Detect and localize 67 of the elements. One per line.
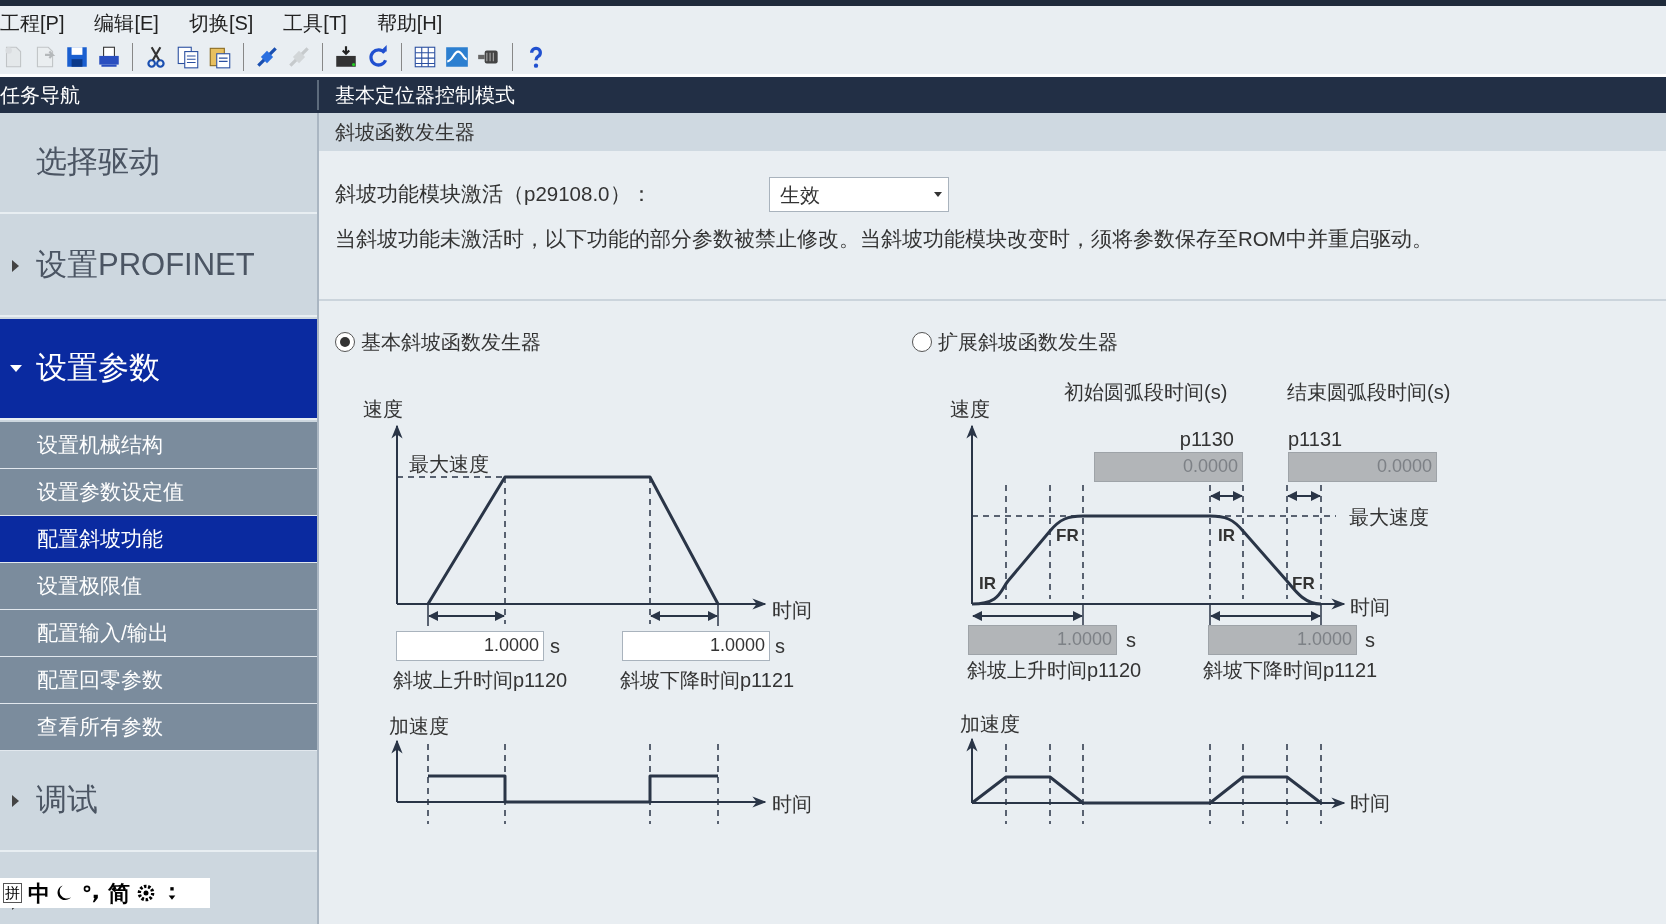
menu-item[interactable]: 工具[T] xyxy=(283,8,347,38)
axis-label: 速度 xyxy=(950,397,990,420)
unit-label: s xyxy=(1126,628,1136,651)
nav-item[interactable]: 配置斜坡功能 xyxy=(0,516,317,563)
time-field[interactable]: 1.0000 xyxy=(396,630,544,661)
radio-label: 扩展斜坡函数发生器 xyxy=(938,329,1118,355)
unit-label: s xyxy=(550,634,560,657)
tick-mark xyxy=(1082,603,1084,628)
menu-item[interactable]: 工程[P] xyxy=(0,8,65,38)
acceleration-axis xyxy=(391,739,403,803)
axis-label: 速度 xyxy=(363,397,403,420)
curve-mark-label: IR xyxy=(1218,525,1235,545)
tick-mark xyxy=(717,603,719,627)
time-field[interactable]: 1.0000 xyxy=(622,630,770,661)
plug-icon[interactable] xyxy=(254,44,280,70)
duration-arrow xyxy=(1210,490,1243,501)
param-label: p1131 xyxy=(1288,427,1343,450)
curve-mark-label: FR xyxy=(1292,573,1315,593)
menu-item[interactable]: 帮助[H] xyxy=(376,8,443,38)
curve-mark-label: FR xyxy=(1056,525,1079,545)
axis-label: 加速度 xyxy=(389,714,449,737)
radio-button[interactable] xyxy=(912,331,932,352)
max-speed-label: 最大速度 xyxy=(409,452,489,475)
caret-icon xyxy=(934,191,942,198)
tick-mark xyxy=(1209,603,1211,628)
axis-label: 时间 xyxy=(772,792,812,815)
print-icon[interactable] xyxy=(96,44,122,70)
column-header: 结束圆弧段时间(s) xyxy=(1287,380,1451,403)
field-label: 斜坡下降时间p1121 xyxy=(1203,658,1378,681)
axis-label: 时间 xyxy=(1350,595,1390,618)
field-label: 斜坡功能模块激活（p29108.0）： xyxy=(335,181,653,208)
tick-mark xyxy=(427,603,429,627)
unit-label: s xyxy=(1365,628,1375,651)
duration-arrow xyxy=(1287,490,1321,501)
field-label: 斜坡下降时间p1121 xyxy=(620,668,795,691)
field-label: 斜坡上升时间p1120 xyxy=(393,668,568,691)
duration-arrow xyxy=(650,610,718,621)
gear-icon[interactable] xyxy=(136,883,156,903)
ime-button[interactable]: 简 xyxy=(108,876,130,910)
max-speed-label: 最大速度 xyxy=(1349,505,1429,528)
unit-label: s xyxy=(775,634,785,657)
axis-label: 时间 xyxy=(772,598,812,621)
ime-button[interactable]: 拼 xyxy=(3,883,22,903)
column-header: 初始圆弧段时间(s) xyxy=(1064,380,1228,403)
acceleration-axis xyxy=(966,737,978,804)
table-icon[interactable] xyxy=(412,44,438,70)
axis-label: 时间 xyxy=(1350,791,1390,814)
menu-item[interactable]: 切换[S] xyxy=(188,8,254,38)
save-icon[interactable] xyxy=(64,44,90,70)
radio-button[interactable] xyxy=(335,331,355,352)
nav-section[interactable]: 设置参数 xyxy=(0,319,317,420)
radio-label: 基本斜坡函数发生器 xyxy=(361,329,541,355)
axis-label: 加速度 xyxy=(960,712,1020,735)
curve-mark-label: IR xyxy=(979,573,996,593)
param-label: p1130 xyxy=(1179,427,1234,450)
tick-mark xyxy=(1320,603,1322,628)
info-text: 当斜坡功能未激活时，以下功能的部分参数被禁止修改。当斜坡功能模块改变时，须将参数保存至ROM中并重启驱动。 xyxy=(334,226,1434,252)
activation-dropdown[interactable]: 生效 xyxy=(769,177,949,212)
ime-button[interactable]: 中 xyxy=(28,876,50,910)
copy-icon[interactable] xyxy=(175,44,201,70)
panel-title: 任务导航 xyxy=(0,80,319,110)
section-header: 斜坡函数发生器 xyxy=(319,113,1666,151)
field-label: 斜坡上升时间p1120 xyxy=(967,658,1142,681)
page-title: 基本定位器控制模式 xyxy=(334,83,515,108)
chip-download-icon[interactable] xyxy=(333,44,359,70)
menu-item[interactable]: 编辑[E] xyxy=(94,8,159,38)
waveform-icon[interactable] xyxy=(444,44,470,70)
